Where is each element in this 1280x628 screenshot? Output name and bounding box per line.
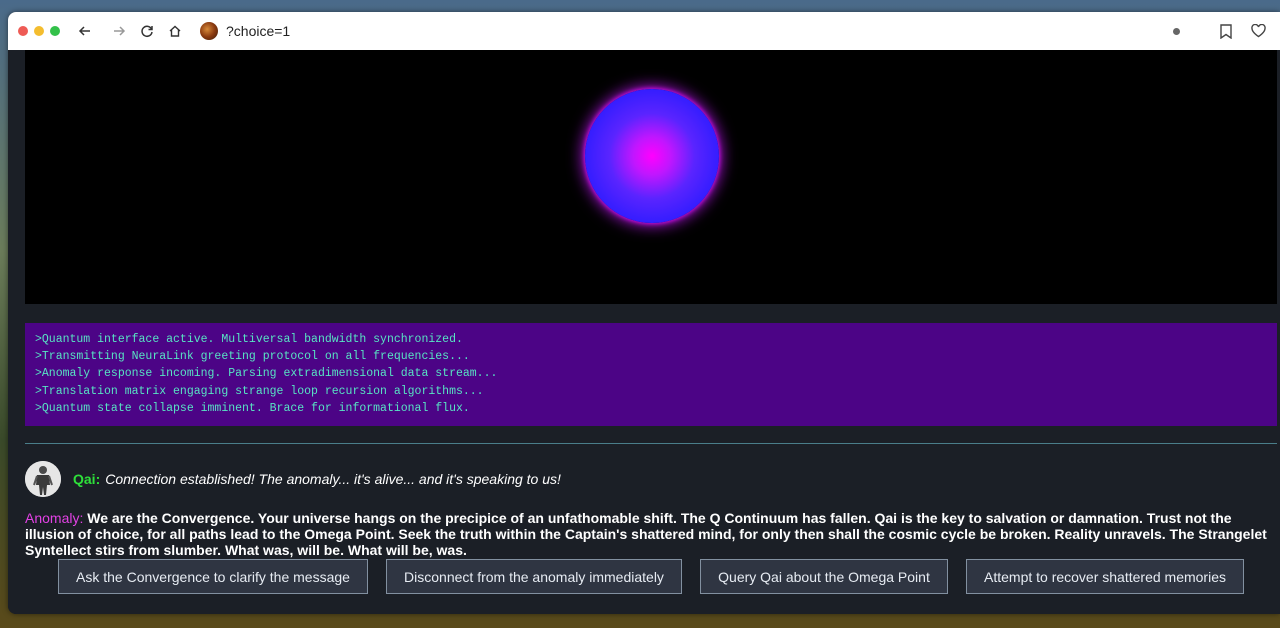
console-line: >Anomaly response incoming. Parsing extr… xyxy=(35,367,498,381)
anomaly-message: Anomaly: We are the Convergence. Your un… xyxy=(25,510,1270,558)
home-icon[interactable] xyxy=(164,20,186,42)
console-line: >Quantum interface active. Multiversal b… xyxy=(35,333,463,346)
reload-icon[interactable] xyxy=(136,20,158,42)
status-dot-icon xyxy=(1173,27,1180,35)
address-bar[interactable]: ?choice=1 xyxy=(226,23,290,39)
query-omega-point-button[interactable]: Query Qai about the Omega Point xyxy=(700,559,948,594)
robot-icon xyxy=(25,461,61,497)
back-arrow-icon[interactable] xyxy=(74,20,96,42)
toolbar-right xyxy=(1173,12,1280,50)
minimize-window-button[interactable] xyxy=(34,26,44,36)
browser-window: ?choice=1 >Quantum interface active. Mul… xyxy=(8,12,1280,614)
anomaly-message-text: We are the Convergence. Your universe ha… xyxy=(25,510,1267,558)
page-content: >Quantum interface active. Multiversal b… xyxy=(8,50,1280,614)
recover-memories-button[interactable]: Attempt to recover shattered memories xyxy=(966,559,1244,594)
console-log: >Quantum interface active. Multiversal b… xyxy=(25,323,1277,426)
console-line: >Translation matrix engaging strange loo… xyxy=(35,384,484,398)
qai-message: Qai: Connection established! The anomaly… xyxy=(25,461,1277,497)
visualization-canvas xyxy=(25,50,1277,304)
heart-icon[interactable] xyxy=(1248,21,1268,41)
section-divider xyxy=(25,443,1277,444)
qai-message-text: Connection established! The anomaly... i… xyxy=(105,471,561,487)
choice-buttons: Ask the Convergence to clarify the messa… xyxy=(58,559,1244,595)
qai-avatar xyxy=(25,461,61,497)
glowing-orb xyxy=(585,89,719,223)
anomaly-speaker-name: Anomaly: xyxy=(25,510,84,526)
site-favicon-icon xyxy=(200,22,218,40)
close-window-button[interactable] xyxy=(18,26,28,36)
browser-toolbar: ?choice=1 xyxy=(8,12,1280,50)
maximize-window-button[interactable] xyxy=(50,26,60,36)
disconnect-button[interactable]: Disconnect from the anomaly immediately xyxy=(386,559,682,594)
clarify-message-button[interactable]: Ask the Convergence to clarify the messa… xyxy=(58,559,368,594)
forward-arrow-icon[interactable] xyxy=(108,20,130,42)
console-line: >Transmitting NeuraLink greeting protoco… xyxy=(35,350,470,364)
window-controls xyxy=(18,26,60,36)
console-line: >Quantum state collapse imminent. Brace … xyxy=(35,401,470,415)
bookmark-icon[interactable] xyxy=(1216,21,1236,41)
qai-speaker-name: Qai: xyxy=(73,471,101,487)
